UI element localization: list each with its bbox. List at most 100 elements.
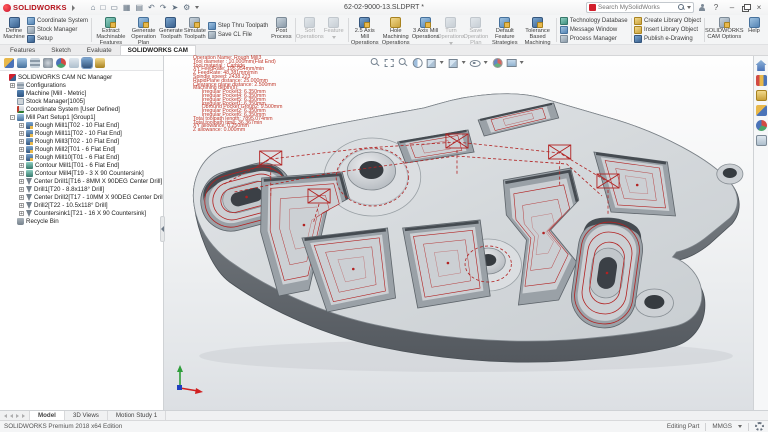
expand-toggle[interactable]: +: [19, 171, 24, 176]
file-explorer-icon[interactable]: [756, 90, 767, 101]
hole-machining-operations-button[interactable]: Hole Machining Operations: [379, 16, 412, 44]
apply-scene-caret-icon[interactable]: [519, 61, 523, 64]
expand-toggle[interactable]: +: [19, 203, 24, 208]
tree-item-stock-manager[interactable]: Stock Manager[1005]: [2, 97, 163, 105]
feature-button[interactable]: Feature: [322, 16, 346, 44]
hide-show-items-icon[interactable]: [469, 57, 479, 67]
search-caret-icon[interactable]: [687, 6, 691, 9]
status-gear-icon[interactable]: [755, 422, 764, 431]
view-orientation-icon[interactable]: [425, 57, 435, 67]
sort-operations-button[interactable]: Sort Operations: [298, 16, 322, 44]
cam-feature-tree-tab-icon[interactable]: [82, 58, 92, 68]
redo-icon[interactable]: ↷: [160, 4, 167, 12]
undo-icon[interactable]: ↶: [148, 4, 155, 12]
cam-tab-icon[interactable]: [69, 58, 79, 68]
tolerance-based-machining-button[interactable]: Tolerance Based Machining: [521, 16, 555, 44]
solidworks-resources-icon[interactable]: [756, 60, 767, 71]
expand-toggle[interactable]: +: [19, 131, 24, 136]
logo-flyout-arrow-icon[interactable]: [72, 5, 75, 11]
tab-features[interactable]: Features: [2, 45, 43, 55]
tree-item-contour-mill1[interactable]: +Contour Mill1[T01 - 6 Flat End]: [2, 161, 163, 169]
expand-toggle[interactable]: +: [19, 139, 24, 144]
tab-model[interactable]: Model: [30, 411, 65, 420]
simulate-toolpath-button[interactable]: Simulate Toolpath: [183, 16, 207, 44]
tree-item-coordinate-system[interactable]: Coordinate System [User Defined]: [2, 105, 163, 113]
tree-item-configurations[interactable]: +Configurations: [2, 81, 163, 89]
prev-tab-arrow-icon[interactable]: [10, 414, 13, 418]
design-library-icon[interactable]: [756, 75, 767, 86]
new-document-icon[interactable]: □: [101, 4, 106, 12]
expand-toggle[interactable]: +: [19, 179, 24, 184]
technology-database-button[interactable]: Technology Database: [560, 17, 628, 25]
tree-item-rough-mill11[interactable]: +Rough Mill11[T02 - 10 Flat End]: [2, 129, 163, 137]
view-palette-icon[interactable]: [756, 105, 767, 116]
apply-scene-icon[interactable]: [505, 57, 515, 67]
solidworks-logo[interactable]: SOLIDWORKS: [3, 3, 75, 12]
expand-toggle[interactable]: +: [10, 83, 15, 88]
generate-operation-plan-button[interactable]: Generate Operation Plan: [128, 16, 159, 44]
units-caret-icon[interactable]: [738, 425, 742, 428]
expand-toggle[interactable]: +: [19, 211, 24, 216]
open-icon[interactable]: ▭: [110, 4, 118, 12]
custom-properties-icon[interactable]: [756, 135, 767, 146]
stock-manager-button[interactable]: Stock Manager: [27, 26, 88, 34]
expand-toggle[interactable]: +: [19, 155, 24, 160]
view-orientation-caret-icon[interactable]: [439, 61, 443, 64]
last-tab-arrow-icon[interactable]: [22, 414, 25, 418]
step-thru-toolpath-button[interactable]: Step Thru Toolpath: [208, 22, 268, 30]
extract-machinable-features-button[interactable]: Extract Machinable Features: [93, 16, 128, 44]
edit-appearance-icon[interactable]: [491, 57, 501, 67]
minimize-button[interactable]: –: [726, 3, 738, 12]
home-icon[interactable]: ⌂: [91, 4, 96, 12]
units-selector[interactable]: MMGS: [712, 423, 732, 430]
search-box[interactable]: [586, 2, 694, 13]
tree-item-contour-mill4[interactable]: +Contour Mill4[T19 - 3 X 90 Countersink]: [2, 169, 163, 177]
save-operation-plan-button[interactable]: Save Operation Plan: [463, 16, 489, 44]
process-manager-button[interactable]: Process Manager: [560, 35, 628, 43]
help-menu-button[interactable]: ?: [710, 3, 722, 12]
tree-item-rough-mill3[interactable]: +Rough Mill3[T02 - 10 Flat End]: [2, 137, 163, 145]
tree-item-rough-mill10[interactable]: +Rough Mill10[T01 - 6 Flat End]: [2, 153, 163, 161]
propertymanager-tab-icon[interactable]: [17, 58, 27, 68]
help-button[interactable]: Help: [742, 16, 766, 44]
next-tab-arrow-icon[interactable]: [16, 414, 19, 418]
tab-3d-views[interactable]: 3D Views: [65, 411, 108, 420]
generate-toolpath-button[interactable]: Generate Toolpath: [159, 16, 183, 44]
expand-toggle[interactable]: +: [19, 195, 24, 200]
displaymanager-tab-icon[interactable]: [56, 58, 66, 68]
options-caret-icon[interactable]: [195, 6, 199, 9]
create-library-object-button[interactable]: Create Library Object: [634, 17, 701, 25]
tree-item-machine[interactable]: Machine [Mill - Metric]: [2, 89, 163, 97]
tree-item-drill2[interactable]: +Drill2[T22 - 10.5x118° Drill]: [2, 201, 163, 209]
previous-view-icon[interactable]: [397, 57, 407, 67]
graphics-viewport[interactable]: Operation Name: Rough Mill3Tool diameter…: [164, 56, 753, 410]
tree-root[interactable]: SOLIDWORKS CAM NC Manager: [2, 73, 163, 81]
tree-item-rough-mill2[interactable]: +Rough Mill2[T01 - 6 Flat End]: [2, 145, 163, 153]
expand-toggle[interactable]: +: [19, 163, 24, 168]
default-feature-strategies-button[interactable]: Default Feature Strategies: [489, 16, 521, 44]
publish-edrawing-button[interactable]: Publish e-Drawing: [634, 35, 701, 43]
search-icon[interactable]: [678, 4, 685, 11]
tab-evaluate[interactable]: Evaluate: [79, 45, 120, 55]
featuremanager-tab-icon[interactable]: [4, 58, 14, 68]
save-icon[interactable]: ▦: [123, 4, 131, 12]
first-tab-arrow-icon[interactable]: [4, 414, 7, 418]
post-process-button[interactable]: Post Process: [269, 16, 293, 44]
tree-item-recycle-bin[interactable]: Recycle Bin: [2, 217, 163, 225]
3-axis-mill-operations-button[interactable]: 3 Axis Mill Operations: [412, 16, 439, 44]
dimxpertmanager-tab-icon[interactable]: [43, 58, 53, 68]
display-style-icon[interactable]: [447, 57, 457, 67]
expand-toggle[interactable]: +: [19, 123, 24, 128]
message-window-button[interactable]: Message Window: [560, 26, 628, 34]
tab-solidworks-cam[interactable]: SOLIDWORKS CAM: [120, 45, 196, 55]
setup-button[interactable]: Setup: [27, 35, 88, 43]
print-icon[interactable]: ▤: [135, 4, 143, 12]
cam-operation-tree-tab-icon[interactable]: [95, 58, 105, 68]
tab-sketch[interactable]: Sketch: [43, 45, 79, 55]
configurationmanager-tab-icon[interactable]: [30, 58, 40, 68]
restore-button[interactable]: [742, 4, 749, 11]
expand-toggle[interactable]: +: [19, 147, 24, 152]
tab-motion-study[interactable]: Motion Study 1: [108, 411, 166, 420]
cam-options-button[interactable]: SOLIDWORKS CAM Options: [707, 16, 742, 44]
tree-item-mill-part-setup[interactable]: -Mill Part Setup1 [Group1]: [2, 113, 163, 121]
